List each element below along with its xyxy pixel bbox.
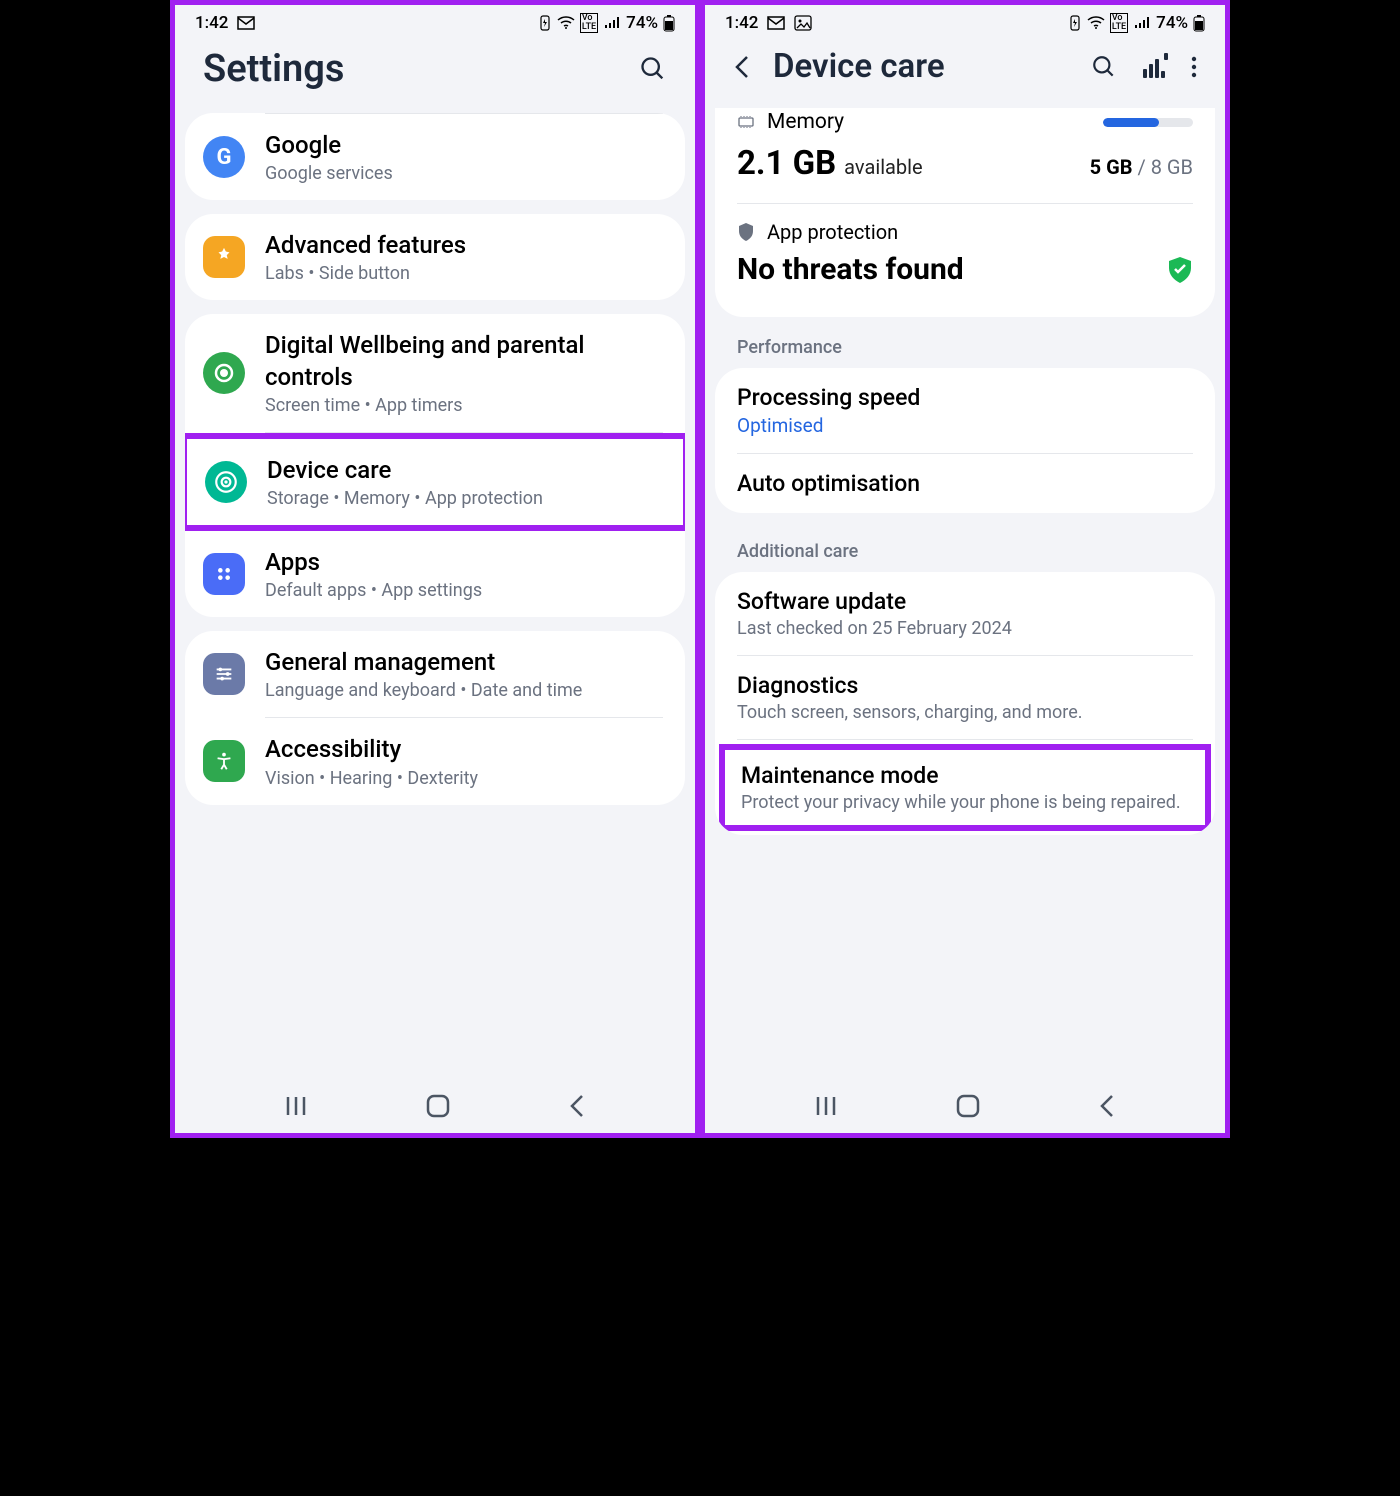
- memory-label: Memory: [767, 110, 844, 134]
- highlight-device-care: Device care Storage • Memory • App prote…: [185, 433, 685, 531]
- battery-percent: 74%: [1156, 13, 1188, 33]
- item-sub: Last checked on 25 February 2024: [737, 618, 1193, 639]
- shield-check-icon: [1167, 256, 1193, 284]
- search-icon[interactable]: [1091, 54, 1117, 80]
- status-bar: 1:42 VoLTE 74%: [175, 5, 695, 37]
- settings-list: G Google Google services Advanced featur…: [175, 113, 695, 1073]
- row-title: Google: [265, 130, 667, 161]
- app-protection-label: App protection: [767, 220, 898, 244]
- general-management-icon: [203, 653, 245, 695]
- signal-icon: [1133, 16, 1151, 30]
- battery-icon: [1193, 14, 1205, 32]
- accessibility-icon: [203, 740, 245, 782]
- home-button[interactable]: [425, 1093, 451, 1119]
- row-sub: Storage • Memory • App protection: [267, 488, 665, 509]
- recents-button[interactable]: [284, 1095, 308, 1117]
- google-icon: G: [203, 136, 245, 178]
- back-button[interactable]: [568, 1093, 586, 1119]
- memory-available-label: available: [844, 155, 922, 179]
- row-general-management[interactable]: General management Language and keyboard…: [185, 631, 685, 717]
- row-title: Digital Wellbeing and parental controls: [265, 330, 667, 392]
- volte-icon: VoLTE: [1110, 13, 1128, 33]
- section-additional-care: Additional care: [715, 527, 1215, 572]
- app-protection-row[interactable]: App protection: [715, 204, 1215, 244]
- status-time: 1:42: [725, 13, 758, 33]
- row-sub: Google services: [265, 163, 667, 184]
- header: Device care: [705, 37, 1225, 108]
- memory-available-value: 2.1 GB: [737, 144, 836, 183]
- row-title: Device care: [267, 455, 665, 486]
- chart-icon[interactable]: [1143, 56, 1165, 78]
- memory-usage: 5 GB / 8 GB: [1090, 155, 1193, 179]
- device-care-content: Memory 2.1 GB available 5 GB / 8 GB App …: [705, 108, 1225, 1073]
- device-care-icon: [205, 461, 247, 503]
- wellbeing-icon: [203, 352, 245, 394]
- page-title: Device care: [773, 47, 945, 86]
- row-title: General management: [265, 647, 667, 678]
- nav-bar: [705, 1073, 1225, 1133]
- item-title: Diagnostics: [737, 672, 1193, 699]
- page-title: Settings: [203, 47, 344, 91]
- row-digital-wellbeing[interactable]: Digital Wellbeing and parental controls …: [185, 314, 685, 431]
- memory-card[interactable]: Memory 2.1 GB available 5 GB / 8 GB App …: [715, 108, 1215, 317]
- row-sub: Vision • Hearing • Dexterity: [265, 768, 667, 789]
- home-button[interactable]: [955, 1093, 981, 1119]
- signal-icon: [603, 16, 621, 30]
- row-device-care[interactable]: Device care Storage • Memory • App prote…: [187, 439, 683, 525]
- gmail-icon: [766, 15, 786, 31]
- settings-screen: 1:42 VoLTE 74% Settings G Google Google …: [170, 0, 700, 1138]
- section-performance: Performance: [715, 323, 1215, 368]
- row-title: Accessibility: [265, 734, 667, 765]
- row-sub: Labs • Side button: [265, 263, 667, 284]
- status-bar: 1:42 VoLTE 74%: [705, 5, 1225, 37]
- nav-bar: [175, 1073, 695, 1133]
- row-sub: Screen time • App timers: [265, 395, 667, 416]
- row-accessibility[interactable]: Accessibility Vision • Hearing • Dexteri…: [185, 718, 685, 804]
- memory-bar: [1103, 118, 1193, 127]
- battery-charge-icon: [538, 14, 552, 32]
- item-sub: Protect your privacy while your phone is…: [741, 792, 1189, 813]
- protection-status: No threats found: [737, 252, 964, 287]
- row-sub: Language and keyboard • Date and time: [265, 680, 667, 701]
- row-maintenance-mode[interactable]: Maintenance mode Protect your privacy wh…: [725, 750, 1205, 825]
- row-auto-optimisation[interactable]: Auto optimisation: [715, 454, 1215, 513]
- item-title: Auto optimisation: [737, 470, 1193, 497]
- search-icon[interactable]: [639, 55, 667, 83]
- row-advanced-features[interactable]: Advanced features Labs • Side button: [185, 214, 685, 300]
- device-care-screen: 1:42 VoLTE 74% Device care: [700, 0, 1230, 1138]
- battery-percent: 74%: [626, 13, 658, 33]
- item-title: Software update: [737, 588, 1193, 615]
- row-apps[interactable]: Apps Default apps • App settings: [185, 531, 685, 617]
- row-sub: Default apps • App settings: [265, 580, 667, 601]
- wifi-icon: [1087, 16, 1105, 30]
- row-processing-speed[interactable]: Processing speed Optimised: [715, 368, 1215, 453]
- advanced-features-icon: [203, 236, 245, 278]
- back-icon[interactable]: [733, 53, 751, 81]
- item-value: Optimised: [737, 414, 1193, 437]
- row-google[interactable]: G Google Google services: [185, 114, 685, 200]
- row-title: Advanced features: [265, 230, 667, 261]
- highlight-maintenance-mode: Maintenance mode Protect your privacy wh…: [719, 744, 1211, 831]
- memory-icon: [737, 115, 755, 129]
- recents-button[interactable]: [814, 1095, 838, 1117]
- battery-charge-icon: [1068, 14, 1082, 32]
- apps-icon: [203, 553, 245, 595]
- gmail-icon: [236, 15, 256, 31]
- more-icon[interactable]: [1191, 55, 1197, 79]
- volte-icon: VoLTE: [580, 13, 598, 33]
- battery-icon: [663, 14, 675, 32]
- item-sub: Touch screen, sensors, charging, and mor…: [737, 702, 1193, 723]
- item-title: Processing speed: [737, 384, 1193, 411]
- item-title: Maintenance mode: [741, 762, 1189, 789]
- row-title: Apps: [265, 547, 667, 578]
- wifi-icon: [557, 16, 575, 30]
- gallery-icon: [794, 15, 812, 31]
- status-time: 1:42: [195, 13, 228, 33]
- shield-icon: [737, 222, 755, 242]
- back-button[interactable]: [1098, 1093, 1116, 1119]
- row-software-update[interactable]: Software update Last checked on 25 Febru…: [715, 572, 1215, 655]
- row-diagnostics[interactable]: Diagnostics Touch screen, sensors, charg…: [715, 656, 1215, 739]
- header: Settings: [175, 37, 695, 113]
